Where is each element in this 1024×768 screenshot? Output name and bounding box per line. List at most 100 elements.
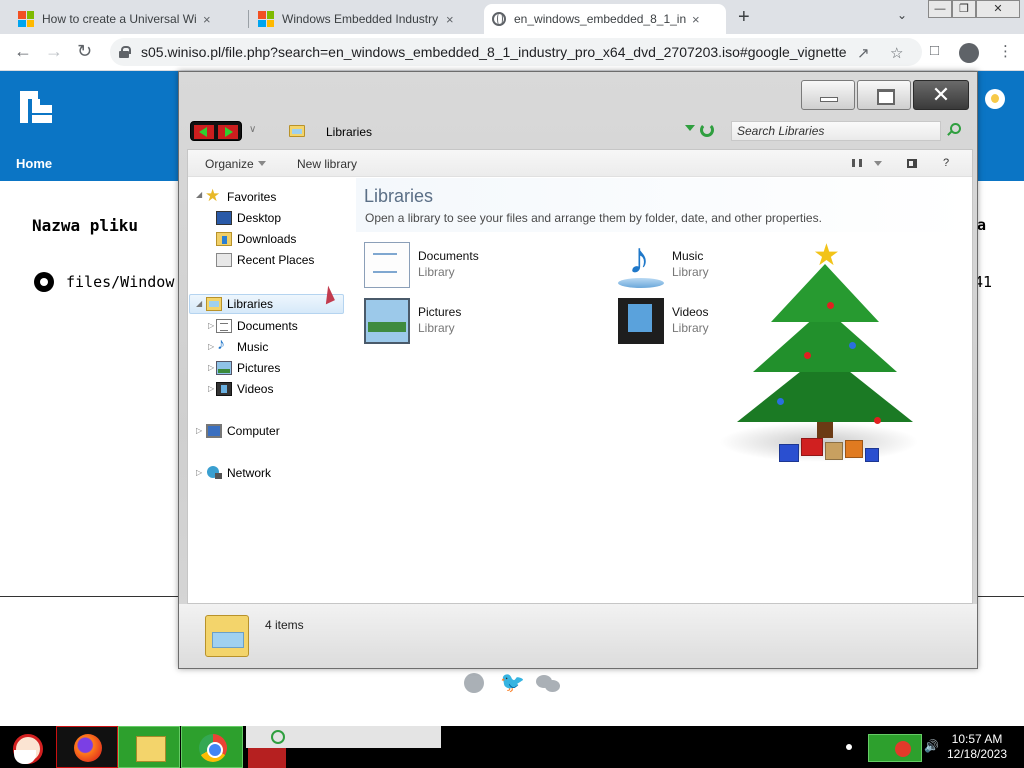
- content-title: Libraries: [364, 186, 434, 206]
- address-dropdown-icon[interactable]: [685, 125, 695, 131]
- menu-kebab-icon[interactable]: ⋮: [998, 42, 1013, 60]
- nav-libraries[interactable]: Libraries: [206, 295, 273, 313]
- libraries-folder-icon: [289, 125, 305, 137]
- tray-action-center-icon[interactable]: [868, 734, 922, 762]
- address-bar[interactable]: s05.winiso.pl/file.php?search=en_windows…: [110, 38, 922, 66]
- nav-home-link[interactable]: Home: [16, 156, 52, 171]
- clock-time[interactable]: 10:57 AM: [944, 732, 1010, 746]
- expand-arrow-icon[interactable]: ▷: [208, 384, 214, 393]
- library-documents[interactable]: Documents Library: [364, 242, 564, 294]
- collapse-arrow-icon[interactable]: ◢: [196, 299, 202, 308]
- taskbar-chrome-icon[interactable]: [181, 726, 243, 768]
- preview-pane-icon[interactable]: [907, 159, 917, 168]
- explorer-maximize-button[interactable]: [857, 80, 911, 110]
- nav-favorites[interactable]: Favorites: [205, 186, 276, 206]
- nav-desktop[interactable]: Desktop: [216, 209, 281, 227]
- start-button-santa-icon[interactable]: [0, 726, 50, 768]
- browser-tab[interactable]: Windows Embedded Industry - W ×: [250, 4, 480, 34]
- libraries-large-folder-icon: [205, 615, 249, 657]
- gift-box: [801, 438, 823, 456]
- url-text[interactable]: s05.winiso.pl/file.php?search=en_windows…: [141, 44, 847, 60]
- tab-close-icon[interactable]: ×: [203, 12, 211, 27]
- reload-icon[interactable]: ↻: [77, 41, 92, 62]
- new-tab-button[interactable]: +: [738, 6, 750, 29]
- site-logo-icon[interactable]: [20, 91, 52, 123]
- computer-icon: [206, 424, 222, 438]
- tab-separator: [248, 10, 249, 28]
- filepath-link[interactable]: files/Window: [66, 273, 174, 291]
- expand-arrow-icon[interactable]: ▷: [208, 363, 214, 372]
- forward-arrow-icon[interactable]: →: [45, 41, 63, 62]
- nav-videos[interactable]: Videos: [216, 380, 273, 398]
- view-options-dropdown-icon[interactable]: [874, 161, 882, 166]
- nav-label: Videos: [237, 382, 274, 396]
- search-icon[interactable]: [950, 123, 961, 134]
- ornament: [849, 342, 856, 349]
- nav-music[interactable]: Music: [216, 336, 268, 356]
- explorer-close-button[interactable]: ✕: [913, 80, 969, 110]
- ornament: [874, 417, 881, 424]
- explorer-address-row: ∨ Libraries Search Libraries: [189, 120, 969, 144]
- browser-tab-active[interactable]: en_windows_embedded_8_1_indu ×: [484, 4, 726, 34]
- twitter-icon[interactable]: 🐦: [500, 673, 525, 693]
- search-input[interactable]: Search Libraries: [731, 121, 941, 141]
- nav-documents[interactable]: Documents: [216, 317, 298, 335]
- nav-computer[interactable]: Computer: [206, 422, 280, 440]
- back-arrow-icon[interactable]: ←: [14, 41, 32, 62]
- expand-arrow-icon[interactable]: ▷: [196, 468, 202, 477]
- library-pictures[interactable]: Pictures Library: [364, 298, 564, 350]
- recent-places-icon: [216, 253, 232, 267]
- network-icon: [206, 466, 222, 480]
- chat-icon[interactable]: [536, 673, 560, 693]
- github-icon[interactable]: [464, 673, 484, 693]
- nav-recent-places[interactable]: Recent Places: [216, 251, 314, 269]
- restore-button[interactable]: ❐: [952, 0, 976, 18]
- explorer-minimize-button[interactable]: [801, 80, 855, 110]
- share-icon[interactable]: ↗: [857, 44, 870, 62]
- organize-button[interactable]: Organize: [205, 157, 266, 171]
- recent-pages-chevron-icon[interactable]: ∨: [249, 124, 256, 135]
- desktop-icon: [216, 211, 232, 225]
- filename-label: Nazwa pliku: [32, 216, 138, 235]
- explorer-forward-button[interactable]: [218, 125, 238, 139]
- tab-close-icon[interactable]: ×: [692, 12, 700, 27]
- side-panel-icon[interactable]: □: [930, 42, 939, 59]
- nav-network[interactable]: Network: [206, 464, 271, 482]
- close-window-button[interactable]: ✕: [976, 0, 1020, 18]
- windows-logo-icon: [18, 11, 34, 27]
- nav-label: Network: [227, 466, 272, 480]
- expand-arrow-icon[interactable]: ▷: [208, 342, 214, 351]
- volume-icon[interactable]: 🔊: [924, 739, 939, 753]
- clock-date[interactable]: 12/18/2023: [944, 747, 1010, 761]
- lock-icon[interactable]: [119, 46, 131, 58]
- help-button[interactable]: ?: [943, 157, 949, 169]
- refresh-icon[interactable]: [700, 123, 714, 137]
- new-library-button[interactable]: New library: [297, 157, 357, 171]
- collapse-arrow-icon[interactable]: ◢: [196, 190, 202, 199]
- disc-icon: [34, 272, 54, 292]
- nav-label: Pictures: [237, 361, 281, 375]
- library-type: Library: [672, 265, 709, 279]
- nav-downloads[interactable]: Downloads: [216, 230, 296, 248]
- expand-arrow-icon[interactable]: ▷: [196, 426, 202, 435]
- tab-search-chevron-icon[interactable]: ⌄: [897, 8, 907, 22]
- taskbar-firefox-icon[interactable]: [56, 726, 118, 768]
- address-breadcrumb[interactable]: Libraries: [326, 125, 372, 139]
- explorer-window: ✕ ∨ Libraries Search Libraries Organize …: [178, 71, 978, 669]
- change-view-icon[interactable]: [852, 159, 862, 167]
- explorer-back-button[interactable]: [194, 125, 214, 139]
- minimize-button[interactable]: —: [928, 0, 952, 18]
- details-pane: 4 items: [179, 604, 977, 668]
- pictures-library-icon: [364, 298, 410, 344]
- tab-title: Windows Embedded Industry - W: [282, 12, 440, 26]
- nav-pictures[interactable]: Pictures: [216, 359, 280, 377]
- browser-tab[interactable]: How to create a Universal Windo ×: [10, 4, 245, 34]
- expand-arrow-icon[interactable]: ▷: [208, 321, 214, 330]
- bookmark-star-icon[interactable]: ☆: [890, 44, 903, 62]
- theme-bulb-icon[interactable]: [985, 89, 1005, 109]
- tab-close-icon[interactable]: ×: [446, 12, 454, 27]
- profile-avatar-icon[interactable]: [959, 43, 979, 63]
- nav-label: Desktop: [237, 211, 282, 225]
- taskbar-explorer-icon[interactable]: [118, 726, 180, 768]
- videos-library-icon: [618, 298, 664, 344]
